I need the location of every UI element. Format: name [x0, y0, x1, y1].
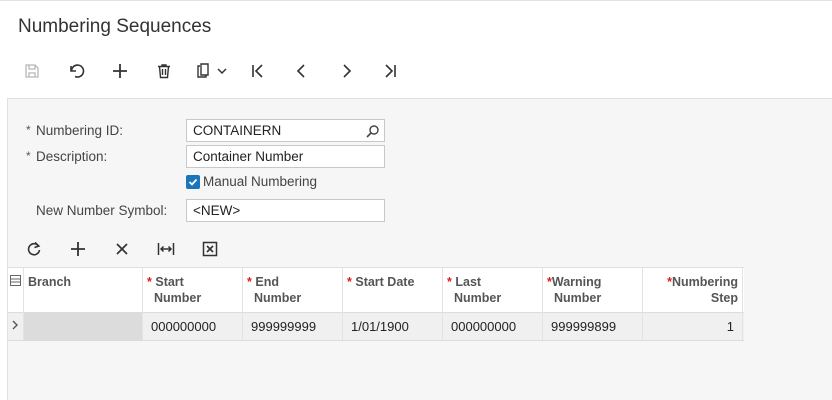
column-header-numbering-step[interactable]: *Numbering Step — [643, 268, 743, 313]
cell-start-date[interactable]: 1/01/1900 — [343, 313, 443, 340]
numbering-id-value: CONTAINERN — [193, 122, 282, 138]
new-symbol-field[interactable]: <NEW> — [186, 198, 385, 222]
manual-numbering-label: Manual Numbering — [203, 174, 318, 189]
chevron-right-icon — [343, 64, 352, 78]
refresh-icon — [27, 241, 41, 256]
numbering-id-label: * Numbering ID: — [26, 122, 124, 138]
top-border — [0, 0, 832, 1]
form-panel: * Numbering ID: CONTAINERN * Description… — [7, 98, 832, 400]
undo-button[interactable] — [54, 58, 98, 84]
undo-icon — [70, 64, 85, 78]
previous-record-button[interactable] — [280, 58, 324, 84]
description-value: Container Number — [193, 148, 304, 164]
numbering-id-row: * Numbering ID: CONTAINERN — [26, 118, 385, 142]
column-settings-icon — [10, 275, 21, 286]
clipboard-icon — [197, 63, 209, 78]
column-header-start-date[interactable]: * Start Date — [343, 268, 443, 313]
delete-row-button[interactable] — [100, 236, 144, 262]
chevron-right-icon — [12, 320, 18, 330]
cell-branch[interactable] — [24, 313, 143, 340]
page-title: Numbering Sequences — [18, 16, 212, 37]
cell-last-number[interactable]: 000000000 — [443, 313, 543, 340]
cell-numbering-step[interactable]: 1 — [643, 313, 743, 340]
checkbox-checked-icon[interactable] — [186, 174, 200, 189]
new-symbol-value: <NEW> — [193, 202, 241, 218]
next-record-button[interactable] — [324, 58, 368, 84]
plus-icon — [71, 242, 85, 256]
save-icon — [25, 64, 39, 78]
required-marker: * — [26, 149, 31, 163]
save-button[interactable] — [10, 58, 54, 84]
close-icon — [116, 243, 128, 255]
copy-paste-button[interactable] — [186, 58, 236, 84]
column-header-start-number[interactable]: * Start Number — [143, 268, 243, 313]
manual-numbering-checkbox[interactable]: Manual Numbering — [186, 174, 317, 189]
add-button[interactable] — [98, 58, 142, 84]
search-icon[interactable] — [366, 124, 380, 141]
main-toolbar — [10, 58, 412, 84]
cell-end-number[interactable]: 999999999 — [243, 313, 343, 340]
delete-button[interactable] — [142, 58, 186, 84]
description-row: * Description: Container Number — [26, 144, 385, 168]
cell-start-number[interactable]: 000000000 — [143, 313, 243, 340]
fit-width-icon — [157, 243, 175, 255]
plus-icon — [113, 64, 127, 78]
column-selector[interactable] — [8, 268, 24, 313]
chevron-down-icon — [217, 68, 227, 75]
chevron-left-icon — [296, 64, 305, 78]
required-marker: * — [26, 123, 31, 137]
column-header-warning-number[interactable]: *Warning Number — [543, 268, 643, 313]
refresh-button[interactable] — [12, 236, 56, 262]
new-symbol-row: New Number Symbol: <NEW> — [26, 198, 385, 222]
trash-icon — [158, 64, 170, 79]
description-field[interactable]: Container Number — [186, 144, 385, 168]
grid-header: Branch * Start Number * End Number * Start… — [8, 267, 744, 313]
column-header-branch[interactable]: Branch — [24, 268, 143, 313]
add-row-button[interactable] — [56, 236, 100, 262]
excel-icon — [202, 241, 218, 257]
column-header-last-number[interactable]: * Last Number — [443, 268, 543, 313]
description-label: * Description: — [26, 148, 108, 164]
fit-columns-button[interactable] — [144, 236, 188, 262]
first-record-button[interactable] — [236, 58, 280, 84]
column-header-end-number[interactable]: * End Number — [243, 268, 343, 313]
first-icon — [252, 64, 263, 78]
last-record-button[interactable] — [368, 58, 412, 84]
export-excel-button[interactable] — [188, 236, 232, 262]
row-indicator[interactable] — [8, 313, 24, 340]
cell-warning-number[interactable]: 999999899 — [543, 313, 643, 340]
new-symbol-label: New Number Symbol: — [36, 202, 168, 218]
table-row[interactable]: 000000000 999999999 1/01/1900 000000000 … — [8, 313, 744, 341]
grid-toolbar — [12, 236, 232, 262]
last-icon — [385, 64, 396, 78]
numbering-id-field[interactable]: CONTAINERN — [186, 118, 385, 142]
